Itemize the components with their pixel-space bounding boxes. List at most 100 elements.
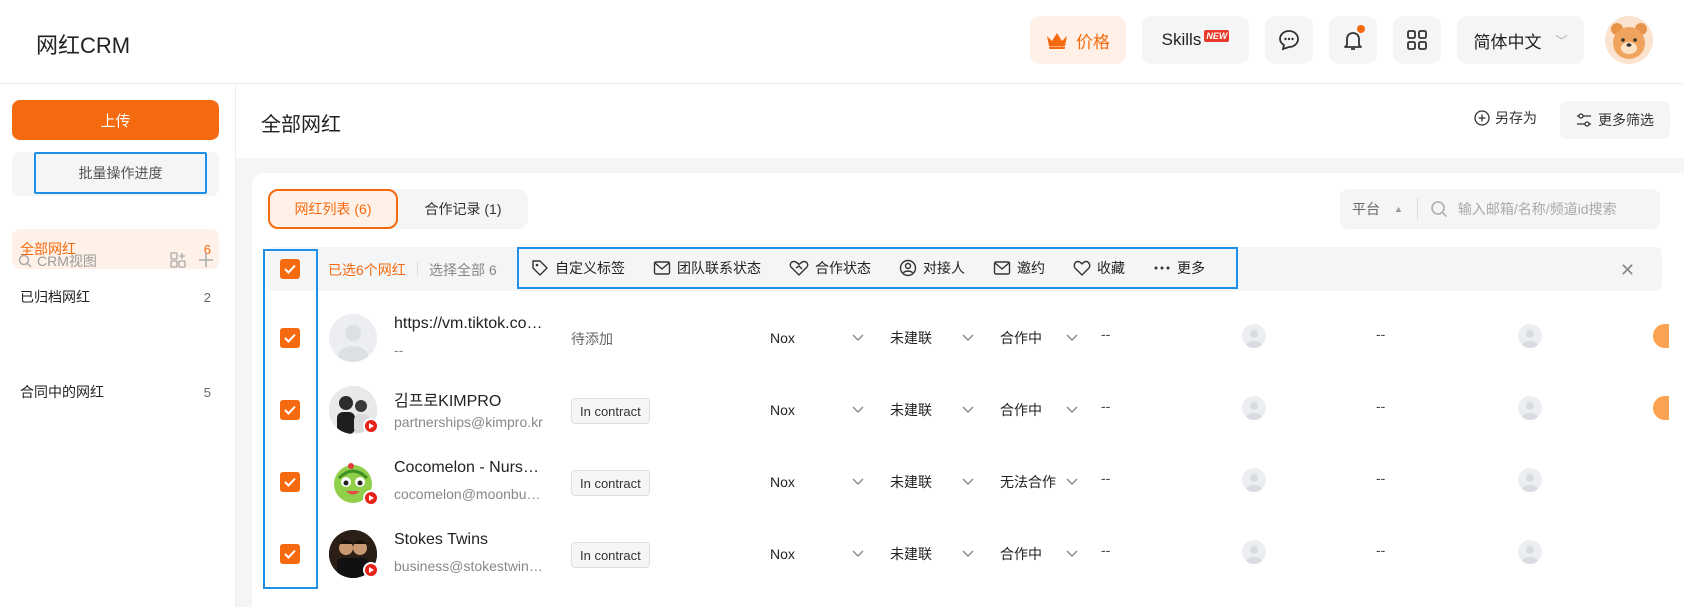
table-row[interactable]: Cocomelon - Nursery Rhymes cocomelon@moo… xyxy=(268,446,1684,518)
cooperation-status-dropdown[interactable]: 合作中 xyxy=(1000,326,1078,350)
source-dropdown[interactable]: Nox xyxy=(770,326,864,350)
assignee-avatar-icon[interactable] xyxy=(1242,396,1266,420)
more-filters-button[interactable]: 更多筛选 xyxy=(1560,101,1670,139)
cooperation-status-dropdown[interactable]: 无法合作 xyxy=(1000,470,1078,494)
influencer-name[interactable]: https://vm.tiktok.com/ZMAbcd xyxy=(394,315,546,333)
search-icon xyxy=(18,254,32,268)
row-avatar-peek xyxy=(1653,396,1669,420)
table-row[interactable]: Stokes Twins business@stokestwins.com In… xyxy=(268,518,1684,590)
more-action[interactable]: 更多 xyxy=(1153,258,1205,278)
user-avatar[interactable] xyxy=(1605,16,1653,64)
source-value: Nox xyxy=(770,546,795,562)
source-value: Nox xyxy=(770,330,795,346)
custom-tag[interactable]: 待添加 xyxy=(571,326,613,352)
coop-value: 合作中 xyxy=(1000,330,1042,346)
custom-tag[interactable]: In contract xyxy=(571,398,650,424)
coop-value: 无法合作 xyxy=(1000,474,1056,490)
coop-value: 合作中 xyxy=(1000,402,1042,418)
search-input[interactable]: 输入邮箱/名称/频道id搜索 xyxy=(1458,199,1617,219)
contact-person-action[interactable]: 对接人 xyxy=(899,258,965,278)
action-label: 自定义标签 xyxy=(555,260,625,276)
crm-view-search[interactable]: CRM视图 xyxy=(18,249,214,273)
source-dropdown[interactable]: Nox xyxy=(770,470,864,494)
sidebar-item-label: 已归档网红 xyxy=(20,289,90,305)
chevron-down-icon: ﹀ xyxy=(1555,33,1568,48)
owner-avatar-icon[interactable] xyxy=(1518,324,1542,348)
grid-icon xyxy=(1407,30,1427,50)
table-row[interactable]: https://vm.tiktok.com/ZMAbcd -- 待添加 Nox … xyxy=(268,302,1684,374)
crm-view-label: CRM视图 xyxy=(37,253,97,269)
chevron-down-icon xyxy=(962,550,974,558)
upload-button[interactable]: 上传 xyxy=(12,100,219,140)
skills-button[interactable]: Skills NEW xyxy=(1142,16,1249,64)
apps-button[interactable] xyxy=(1393,16,1441,64)
chat-icon xyxy=(1279,30,1299,51)
owner-avatar-icon[interactable] xyxy=(1518,468,1542,492)
platform-filter[interactable]: 平台 xyxy=(1352,199,1380,219)
custom-tag[interactable]: In contract xyxy=(571,470,650,496)
batch-progress-container: 批量操作进度 xyxy=(12,152,219,196)
cooperation-status-action[interactable]: 合作状态 xyxy=(789,258,871,278)
bear-avatar-icon xyxy=(1611,23,1647,59)
owner-avatar-icon[interactable] xyxy=(1518,396,1542,420)
owner-avatar-icon[interactable] xyxy=(1518,540,1542,564)
youtube-icon xyxy=(363,418,379,434)
tab-cooperation-records[interactable]: 合作记录 (1) xyxy=(398,189,528,229)
price-button[interactable]: 价格 xyxy=(1030,16,1126,64)
source-dropdown[interactable]: Nox xyxy=(770,542,864,566)
chevron-down-icon xyxy=(1066,406,1078,414)
contact-status-dropdown[interactable]: 未建联 xyxy=(890,470,974,494)
invite-action[interactable]: 邀约 xyxy=(993,258,1045,278)
save-as-label: 另存为 xyxy=(1495,110,1537,126)
chevron-down-icon xyxy=(1066,550,1078,558)
sidebar-view-in-contract[interactable]: 合同中的网红 5 xyxy=(12,372,219,412)
cell-value: -- xyxy=(1101,326,1111,342)
influencer-name[interactable]: Stokes Twins xyxy=(394,531,546,549)
influencer-name[interactable]: Cocomelon - Nursery Rhymes xyxy=(394,459,546,477)
notification-button[interactable] xyxy=(1329,16,1377,64)
cooperation-status-dropdown[interactable]: 合作中 xyxy=(1000,542,1078,566)
select-all-link[interactable]: 选择全部 6 xyxy=(429,260,497,280)
language-label: 简体中文 xyxy=(1473,32,1542,52)
assignee-avatar-icon[interactable] xyxy=(1242,324,1266,348)
influencer-email: business@stokestwins.com xyxy=(394,558,546,574)
contact-status-dropdown[interactable]: 未建联 xyxy=(890,326,974,350)
influencer-email: cocomelon@moonbug.com xyxy=(394,486,546,502)
contact-status-dropdown[interactable]: 未建联 xyxy=(890,542,974,566)
sidebar-item-archived[interactable]: 已归档网红 2 xyxy=(12,277,219,317)
team-contact-status-action[interactable]: 团队联系状态 xyxy=(653,258,761,278)
sidebar-item-count: 2 xyxy=(203,289,211,305)
favorite-action[interactable]: 收藏 xyxy=(1073,258,1125,278)
search-icon xyxy=(1430,200,1448,218)
chevron-down-icon xyxy=(852,478,864,486)
custom-tag[interactable]: In contract xyxy=(571,542,650,568)
source-value: Nox xyxy=(770,402,795,418)
default-avatar-icon xyxy=(338,325,368,362)
influencer-name[interactable]: 김프로KIMPRO xyxy=(394,387,546,411)
language-select[interactable]: 简体中文 ﹀ xyxy=(1457,16,1584,64)
save-as-button[interactable]: 另存为 xyxy=(1474,108,1537,128)
custom-tag-action[interactable]: 自定义标签 xyxy=(531,258,625,278)
cooperation-status-dropdown[interactable]: 合作中 xyxy=(1000,398,1078,422)
source-value: Nox xyxy=(770,474,795,490)
selected-count: 已选6个网红 xyxy=(328,262,406,278)
select-all-checkbox[interactable] xyxy=(280,259,300,279)
new-badge: NEW xyxy=(1204,30,1230,42)
chevron-down-icon xyxy=(962,478,974,486)
view-manage-icon[interactable] xyxy=(170,251,186,271)
contact-status-dropdown[interactable]: 未建联 xyxy=(890,398,974,422)
add-view-icon[interactable] xyxy=(198,252,214,271)
batch-progress-button[interactable]: 批量操作进度 xyxy=(34,152,207,194)
sidebar-item-count: 5 xyxy=(203,384,211,400)
table-row[interactable]: 김프로KIMPRO partnerships@kimpro.kr In cont… xyxy=(268,374,1684,446)
assignee-avatar-icon[interactable] xyxy=(1242,468,1266,492)
message-button[interactable] xyxy=(1265,16,1313,64)
source-dropdown[interactable]: Nox xyxy=(770,398,864,422)
close-selection-icon[interactable]: ✕ xyxy=(1620,260,1635,281)
tab-influencer-list[interactable]: 网红列表 (6) xyxy=(268,189,398,229)
action-label: 对接人 xyxy=(923,260,965,276)
avatar xyxy=(329,314,377,362)
sidebar: 上传 批量操作进度 xyxy=(0,84,236,607)
top-bar: 网红CRM 价格 Skills NEW 简体中文 ﹀ xyxy=(0,0,1684,84)
assignee-avatar-icon[interactable] xyxy=(1242,540,1266,564)
